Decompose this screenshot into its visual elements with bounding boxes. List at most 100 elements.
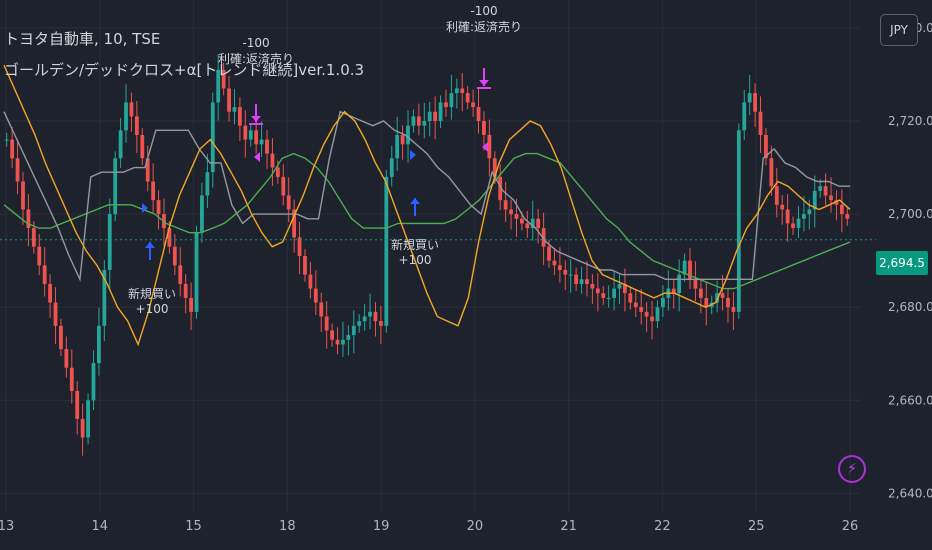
- candle-body: [753, 93, 757, 112]
- candle-body: [357, 321, 362, 326]
- buy-arrow-head: [145, 242, 155, 248]
- candle-body: [384, 176, 389, 326]
- chart-app: 2,740.02,720.02,700.02,680.02,660.02,640…: [0, 0, 932, 550]
- candle-body: [31, 228, 36, 247]
- exit-triangle-icon: [482, 142, 488, 152]
- candle-body: [601, 293, 606, 298]
- candle-body: [829, 195, 833, 201]
- candle-body: [796, 218, 801, 229]
- candle-body: [595, 288, 600, 294]
- candle-body: [503, 200, 508, 210]
- candle-body: [335, 339, 340, 345]
- x-tick-label: 13: [0, 519, 14, 534]
- candle-body: [590, 283, 595, 289]
- candle-body: [368, 311, 372, 317]
- ma-slow-line: [3, 152, 851, 290]
- current-price-label: 2,694.5: [876, 251, 928, 275]
- candle-body: [254, 130, 259, 145]
- annotation-label: 利確:返済売り: [217, 52, 295, 66]
- price-chart[interactable]: 2,740.02,720.02,700.02,680.02,660.02,640…: [0, 0, 932, 550]
- candle-body: [194, 232, 199, 312]
- candle-body: [200, 195, 204, 233]
- candle-body: [172, 246, 177, 266]
- lightning-icon[interactable]: ⚡: [838, 455, 866, 483]
- candle-body: [639, 307, 644, 312]
- candle-body: [552, 260, 557, 266]
- candle-body: [303, 256, 307, 275]
- candle-body: [395, 134, 400, 159]
- candle-body: [69, 367, 74, 391]
- annotation-qty: +100: [398, 253, 432, 267]
- candle-body: [91, 363, 96, 401]
- candle-body: [205, 172, 210, 196]
- candle-body: [373, 311, 378, 322]
- annotation-label: 新規買い: [127, 287, 177, 301]
- x-tick-label: 14: [92, 519, 109, 534]
- candle-body: [151, 181, 156, 201]
- candle-body: [37, 246, 42, 266]
- x-axis[interactable]: 13 14 15 18 19 20 21 22 25 26: [0, 519, 858, 534]
- candle-body: [563, 269, 568, 275]
- candle-body: [422, 121, 427, 126]
- y-tick-label: 2,700.0: [888, 207, 932, 221]
- candle-body: [557, 265, 562, 270]
- candle-body: [248, 130, 253, 140]
- candle-body: [693, 279, 698, 289]
- candle-body: [742, 102, 747, 131]
- candle-body: [156, 200, 161, 215]
- candle-body: [427, 111, 432, 122]
- candle-body: [655, 307, 660, 322]
- candle-body: [15, 158, 20, 182]
- candle-body: [75, 390, 80, 419]
- candle-body: [476, 107, 481, 122]
- annotation-label: 利確:返済売り: [445, 20, 523, 34]
- candle-body: [807, 209, 812, 215]
- candle-body: [265, 139, 269, 154]
- candle-body: [178, 265, 183, 284]
- buy-annotation-1: 新規買い +100: [128, 285, 176, 316]
- candle-body: [97, 325, 101, 364]
- x-tick-label: 21: [560, 519, 577, 534]
- candle-body: [449, 93, 454, 108]
- candle-body: [802, 214, 806, 219]
- x-tick-label: 22: [654, 519, 671, 534]
- candle-body: [389, 158, 394, 177]
- candle-body: [183, 283, 188, 298]
- candle-body: [791, 223, 795, 229]
- x-tick-label: 18: [279, 519, 296, 534]
- candle-body: [281, 176, 286, 196]
- candle-body: [124, 102, 128, 131]
- annotation-qty: +100: [135, 302, 169, 316]
- candle-body: [346, 335, 351, 340]
- candle-body: [487, 134, 492, 159]
- candle-body: [818, 186, 823, 191]
- candle-body: [731, 307, 736, 312]
- candle-body: [86, 400, 90, 438]
- y-tick-label: 2,640.0: [888, 486, 932, 500]
- currency-button[interactable]: JPY: [880, 14, 918, 46]
- candle-body: [59, 325, 63, 350]
- exit-triangle-icon: [254, 152, 260, 162]
- candle-body: [747, 93, 752, 103]
- entry-triangle-icon: [410, 150, 416, 160]
- candle-body: [606, 297, 611, 299]
- y-tick-label: 2,660.0: [888, 393, 932, 407]
- x-tick-label: 25: [748, 519, 765, 534]
- candle-body: [460, 88, 465, 94]
- candle-body: [574, 274, 579, 284]
- candle-body: [514, 214, 519, 219]
- candle-body: [341, 339, 345, 345]
- annotation-qty: -100: [242, 36, 270, 50]
- candle-body: [585, 279, 589, 284]
- candle-body: [823, 186, 828, 196]
- x-tick-label: 26: [842, 519, 859, 534]
- sell-annotation-1: -100 利確:返済売り: [218, 36, 294, 67]
- candle-body: [400, 134, 405, 145]
- candle-body: [227, 88, 231, 112]
- candle-body: [509, 209, 513, 215]
- candle-body: [536, 218, 541, 229]
- candle-body: [21, 181, 25, 210]
- candle-body: [64, 349, 69, 368]
- candle-body: [113, 158, 118, 215]
- candle-body: [780, 204, 785, 210]
